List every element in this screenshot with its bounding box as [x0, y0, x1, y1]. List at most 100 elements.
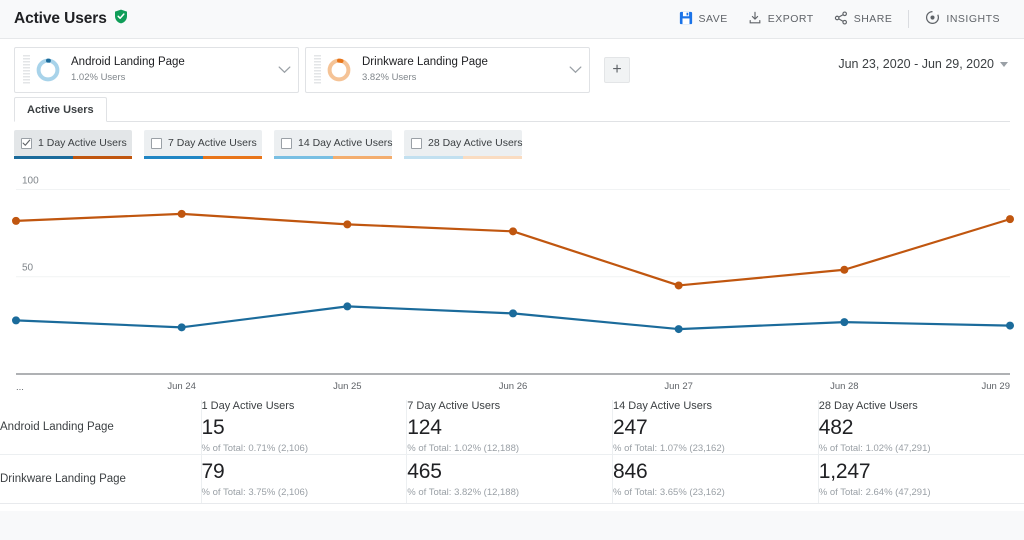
metric-cell-28day: 1,247 % of Total: 2.64% (47,291) — [817, 454, 1024, 503]
drag-handle-icon[interactable] — [23, 54, 30, 85]
date-range-picker[interactable]: Jun 23, 2020 - Jun 29, 2020 — [838, 57, 1008, 71]
metric-chip-14-day[interactable]: 14 Day Active Users — [274, 130, 393, 159]
metric-value: 846 — [613, 459, 648, 483]
drag-handle-icon[interactable] — [314, 54, 321, 85]
metric-value: 1,247 — [818, 459, 871, 483]
analytics-page: Active Users SAVE EXPORT SHARE INSIGHTS … — [0, 0, 1024, 540]
metric-chip-7-day[interactable]: 7 Day Active Users — [144, 130, 262, 159]
metric-cell-28day: 28 Day Active Users 482 % of Total: 1.02… — [817, 400, 1024, 456]
x-axis-tick: ... — [16, 382, 24, 393]
data-point[interactable] — [343, 302, 352, 311]
x-axis-tick: Jun 24 — [167, 381, 196, 392]
metric-color-bar — [144, 156, 262, 159]
segment-text: Android Landing Page 1.02% Users — [71, 56, 185, 83]
chevron-down-icon — [1000, 61, 1008, 67]
metric-cell-14day: 14 Day Active Users 247 % of Total: 1.07… — [612, 400, 819, 456]
metric-chip-label: 1 Day Active Users — [38, 137, 127, 149]
insights-button[interactable]: INSIGHTS — [915, 6, 1010, 32]
metric-percent-of-total: % of Total: 0.71% (2,106) — [201, 443, 309, 455]
checkbox-checked-icon[interactable] — [21, 137, 32, 149]
data-point[interactable] — [1006, 321, 1014, 330]
data-point[interactable] — [177, 323, 186, 332]
table-row[interactable]: Android Landing Page 1 Day Active Users … — [0, 400, 1024, 456]
metric-chip-row: 1 Day Active Users 7 Day Active Users 14… — [0, 122, 1024, 162]
y-axis-tick: 50 — [22, 263, 34, 274]
data-point[interactable] — [12, 316, 20, 325]
data-point[interactable] — [674, 325, 683, 334]
metric-value: 15 — [201, 416, 225, 439]
save-button[interactable]: SAVE — [669, 7, 738, 32]
add-segment-button[interactable]: + — [604, 56, 630, 83]
metric-cell-7day: 465 % of Total: 3.82% (12,188) — [406, 454, 613, 503]
header-actions: SAVE EXPORT SHARE INSIGHTS — [669, 6, 1011, 32]
x-axis-tick: Jun 25 — [333, 381, 362, 392]
segment-chip-drinkware[interactable]: Drinkware Landing Page 3.82% Users — [305, 46, 590, 93]
active-users-chart: 50 100... Jun 24 Jun 25 Jun 26 Jun 27 Jun 28 Ju… — [0, 162, 1024, 400]
segment-name: Android Landing Page — [71, 55, 185, 68]
metric-value: 124 — [407, 416, 442, 439]
metric-chip-label: 7 Day Active Users — [168, 137, 257, 149]
toolbar-divider — [908, 10, 910, 28]
donut-icon — [36, 58, 60, 81]
save-label: SAVE — [698, 13, 728, 25]
data-point[interactable] — [1006, 215, 1014, 224]
checkbox-icon[interactable] — [411, 137, 422, 149]
tab-bar: Active Users — [0, 96, 1024, 122]
save-icon — [679, 11, 693, 28]
segment-text: Drinkware Landing Page 3.82% Users — [362, 56, 488, 83]
segment-subtitle: 3.82% Users — [362, 71, 417, 83]
row-label: Drinkware Landing Page — [0, 472, 126, 485]
export-icon — [748, 11, 762, 28]
x-axis-tick: Jun 28 — [830, 381, 859, 392]
share-button[interactable]: SHARE — [824, 7, 903, 32]
data-point[interactable] — [840, 265, 849, 274]
table-footer-divider — [0, 502, 1024, 511]
metric-color-bar — [14, 156, 132, 159]
metric-cell-14day: 846 % of Total: 3.65% (23,162) — [612, 454, 819, 503]
metric-chip-28-day[interactable]: 28 Day Active Users — [404, 130, 523, 159]
insights-icon — [925, 10, 940, 28]
segment-chip-android[interactable]: Android Landing Page 1.02% Users — [14, 46, 299, 93]
table-row[interactable]: Drinkware Landing Page 79 % of Total: 3.… — [0, 454, 1024, 503]
metric-percent-of-total: % of Total: 3.65% (23,162) — [613, 486, 725, 498]
chevron-down-icon[interactable] — [278, 61, 291, 79]
metric-cell-1day: 1 Day Active Users 15 % of Total: 0.71% … — [200, 400, 407, 456]
row-label: Android Landing Page — [0, 400, 201, 456]
page-title: Active Users — [14, 10, 107, 27]
segment-bar: Android Landing Page 1.02% Users Drinkwa… — [0, 38, 1024, 96]
metric-value: 79 — [201, 459, 225, 483]
x-axis-tick: Jun 26 — [499, 381, 528, 392]
tab-active-users[interactable]: Active Users — [14, 97, 107, 122]
tab-row: Active Users — [14, 96, 1010, 122]
metric-value: 247 — [613, 416, 648, 439]
y-axis-tick: 100 — [22, 175, 39, 186]
data-point[interactable] — [177, 209, 186, 218]
data-point[interactable] — [840, 318, 849, 327]
metric-color-bar — [274, 156, 392, 159]
date-range-label: Jun 23, 2020 - Jun 29, 2020 — [838, 57, 994, 71]
share-icon — [834, 10, 848, 28]
metric-chip-label: 14 Day Active Users — [298, 137, 393, 149]
checkbox-icon[interactable] — [151, 137, 162, 149]
metric-column-header: 14 Day Active Users — [613, 400, 713, 412]
x-axis-tick: Jun 29 — [981, 381, 1010, 392]
data-point[interactable] — [343, 220, 352, 229]
metric-percent-of-total: % of Total: 1.02% (12,188) — [407, 443, 520, 455]
metric-percent-of-total: % of Total: 1.07% (23,162) — [613, 443, 725, 455]
metric-chip-1-day[interactable]: 1 Day Active Users — [14, 130, 132, 159]
data-point[interactable] — [12, 216, 20, 225]
metric-percent-of-total: % of Total: 2.64% (47,291) — [818, 486, 931, 498]
data-point[interactable] — [674, 281, 683, 290]
metric-chip-label: 28 Day Active Users — [428, 137, 523, 149]
export-button[interactable]: EXPORT — [738, 7, 824, 32]
export-label: EXPORT — [767, 13, 814, 25]
data-point[interactable] — [509, 227, 517, 236]
share-label: SHARE — [853, 13, 893, 25]
chart-canvas[interactable]: 50 100... Jun 24 Jun 25 Jun 26 Jun 27 Jun 28 Ju… — [0, 162, 1024, 400]
metric-percent-of-total: % of Total: 1.02% (47,291) — [818, 443, 931, 455]
data-point[interactable] — [509, 309, 517, 318]
metric-column-header: 1 Day Active Users — [201, 400, 295, 412]
checkbox-icon[interactable] — [281, 137, 292, 149]
chevron-down-icon[interactable] — [569, 61, 582, 79]
shield-check-icon — [114, 9, 128, 29]
